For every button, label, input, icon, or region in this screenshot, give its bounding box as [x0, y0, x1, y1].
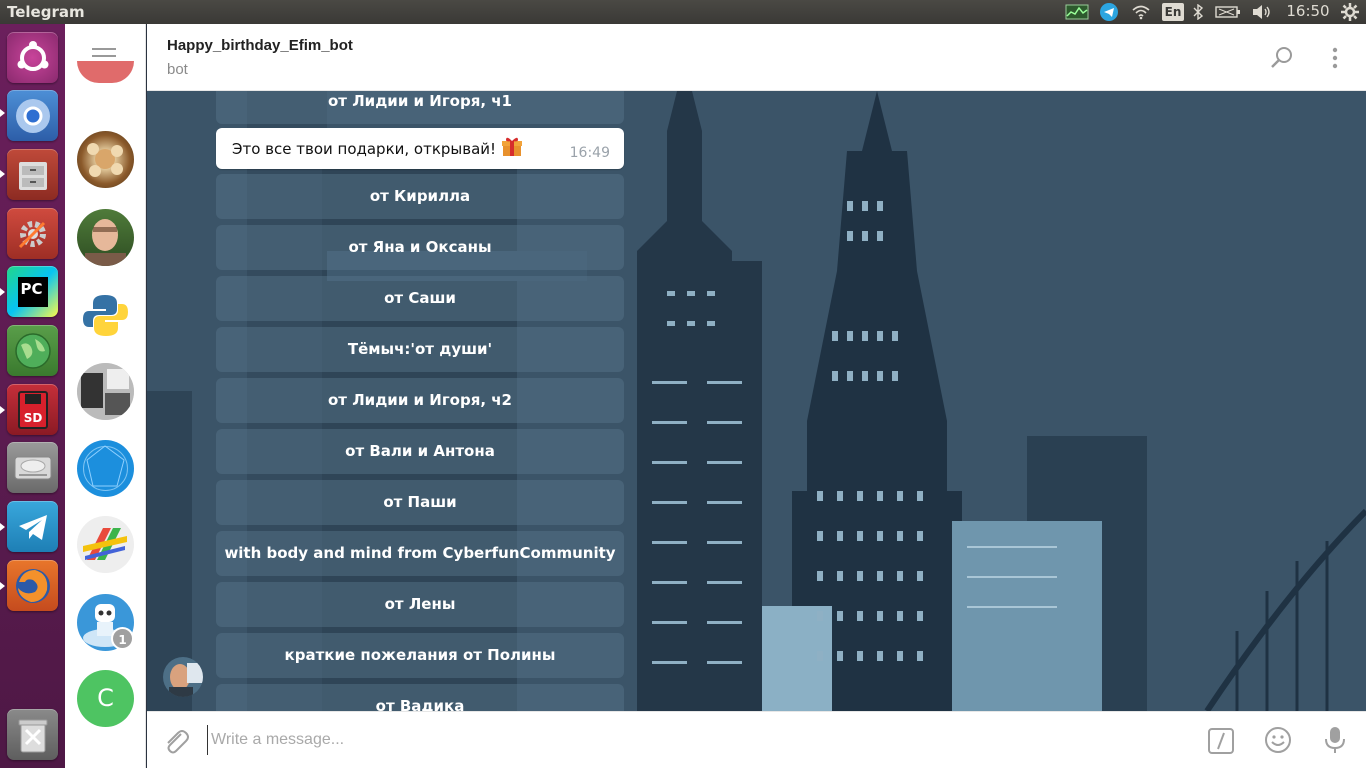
telegram-icon[interactable] — [7, 501, 58, 552]
message-composer — [147, 711, 1366, 768]
microphone-icon[interactable] — [1324, 725, 1346, 755]
search-icon[interactable] — [1269, 45, 1295, 71]
sender-avatar[interactable] — [163, 657, 203, 697]
keyboard-button[interactable]: with body and mind from CyberfunCommunit… — [216, 531, 624, 576]
gift-emoji-icon — [501, 136, 523, 158]
message-input[interactable] — [207, 725, 1107, 755]
firefox-icon[interactable] — [7, 560, 58, 611]
keyboard-layout-indicator[interactable]: En — [1162, 3, 1184, 21]
keyboard-button[interactable]: от Саши — [216, 276, 624, 321]
chromium-icon[interactable] — [7, 90, 58, 141]
contact-initial-avatar[interactable]: C — [77, 670, 134, 727]
chat-avatar[interactable] — [77, 516, 134, 573]
keyboard-button[interactable]: от Яна и Оксаны — [216, 225, 624, 270]
message-time: 16:49 — [569, 145, 610, 161]
running-indicator — [0, 288, 5, 296]
python-chat-avatar[interactable] — [77, 287, 134, 344]
settings-tools-icon[interactable] — [7, 208, 58, 259]
chat-avatar[interactable] — [77, 61, 134, 83]
emoji-smile-icon[interactable] — [1264, 726, 1292, 754]
keyboard-button[interactable]: от Вадика — [216, 684, 624, 711]
keyboard-button[interactable]: от Паши — [216, 480, 624, 525]
session-gear-icon[interactable] — [1340, 3, 1360, 21]
clock[interactable]: 16:50 — [1284, 2, 1332, 20]
globe-icon[interactable] — [7, 325, 58, 376]
telegram-tray-icon[interactable] — [1098, 3, 1120, 21]
running-indicator — [0, 406, 5, 414]
bluetooth-icon[interactable] — [1190, 3, 1206, 21]
message-bubble: Это все твои подарки, открывай! 16:49 — [216, 128, 624, 169]
pycharm-icon[interactable]: PC — [7, 266, 58, 317]
keyboard-button[interactable]: Тёмыч:'от души' — [216, 327, 624, 372]
running-indicator — [0, 170, 5, 178]
launcher: PC SD — [0, 24, 65, 768]
chat-avatar[interactable] — [77, 209, 134, 266]
paperclip-attach-icon[interactable] — [161, 726, 189, 754]
chat-header: Happy_birthday_Efim_bot bot — [147, 24, 1366, 91]
keyboard-button[interactable]: от Лены — [216, 582, 624, 627]
keyboard-button[interactable]: от Кирилла — [216, 174, 624, 219]
running-indicator — [0, 109, 5, 117]
trash-icon[interactable] — [7, 709, 58, 760]
wifi-icon[interactable] — [1129, 3, 1153, 21]
battery-icon[interactable] — [1214, 3, 1242, 21]
keyboard-button[interactable]: от Лидии и Игоря, ч2 — [216, 378, 624, 423]
chat-title[interactable]: Happy_birthday_Efim_bot — [167, 37, 353, 54]
active-app-title: Telegram — [7, 3, 85, 21]
chat-list: 1 C — [65, 24, 146, 768]
chat-avatar[interactable] — [77, 363, 134, 420]
hard-disk-icon[interactable] — [7, 442, 58, 493]
bot-command-slash-icon[interactable] — [1207, 727, 1235, 755]
running-indicator — [0, 582, 5, 590]
ubuntu-logo-icon[interactable] — [7, 32, 58, 83]
chat-area: от Лидии и Игоря, ч1 Это все твои подарк… — [147, 91, 1366, 711]
file-cabinet-icon[interactable] — [7, 149, 58, 200]
liberal-arts-lab-avatar[interactable] — [77, 440, 134, 497]
volume-icon[interactable] — [1250, 3, 1274, 21]
running-indicator — [0, 523, 5, 531]
more-options-icon[interactable] — [1322, 45, 1348, 71]
system-monitor-icon[interactable] — [1064, 3, 1090, 21]
keyboard-button[interactable]: от Вали и Антона — [216, 429, 624, 474]
sd-floppy-icon[interactable]: SD — [7, 384, 58, 435]
chat-status: bot — [167, 61, 188, 78]
chat-avatar[interactable] — [77, 131, 134, 188]
keyboard-button[interactable]: краткие пожелания от Полины — [216, 633, 624, 678]
unread-badge: 1 — [111, 627, 134, 650]
keyboard-button[interactable]: от Лидии и Игоря, ч1 — [216, 91, 624, 124]
message-text: Это все твои подарки, открывай! — [232, 140, 497, 158]
svg-text:SD: SD — [23, 411, 42, 425]
top-panel: Telegram En 16:50 — [0, 0, 1366, 24]
